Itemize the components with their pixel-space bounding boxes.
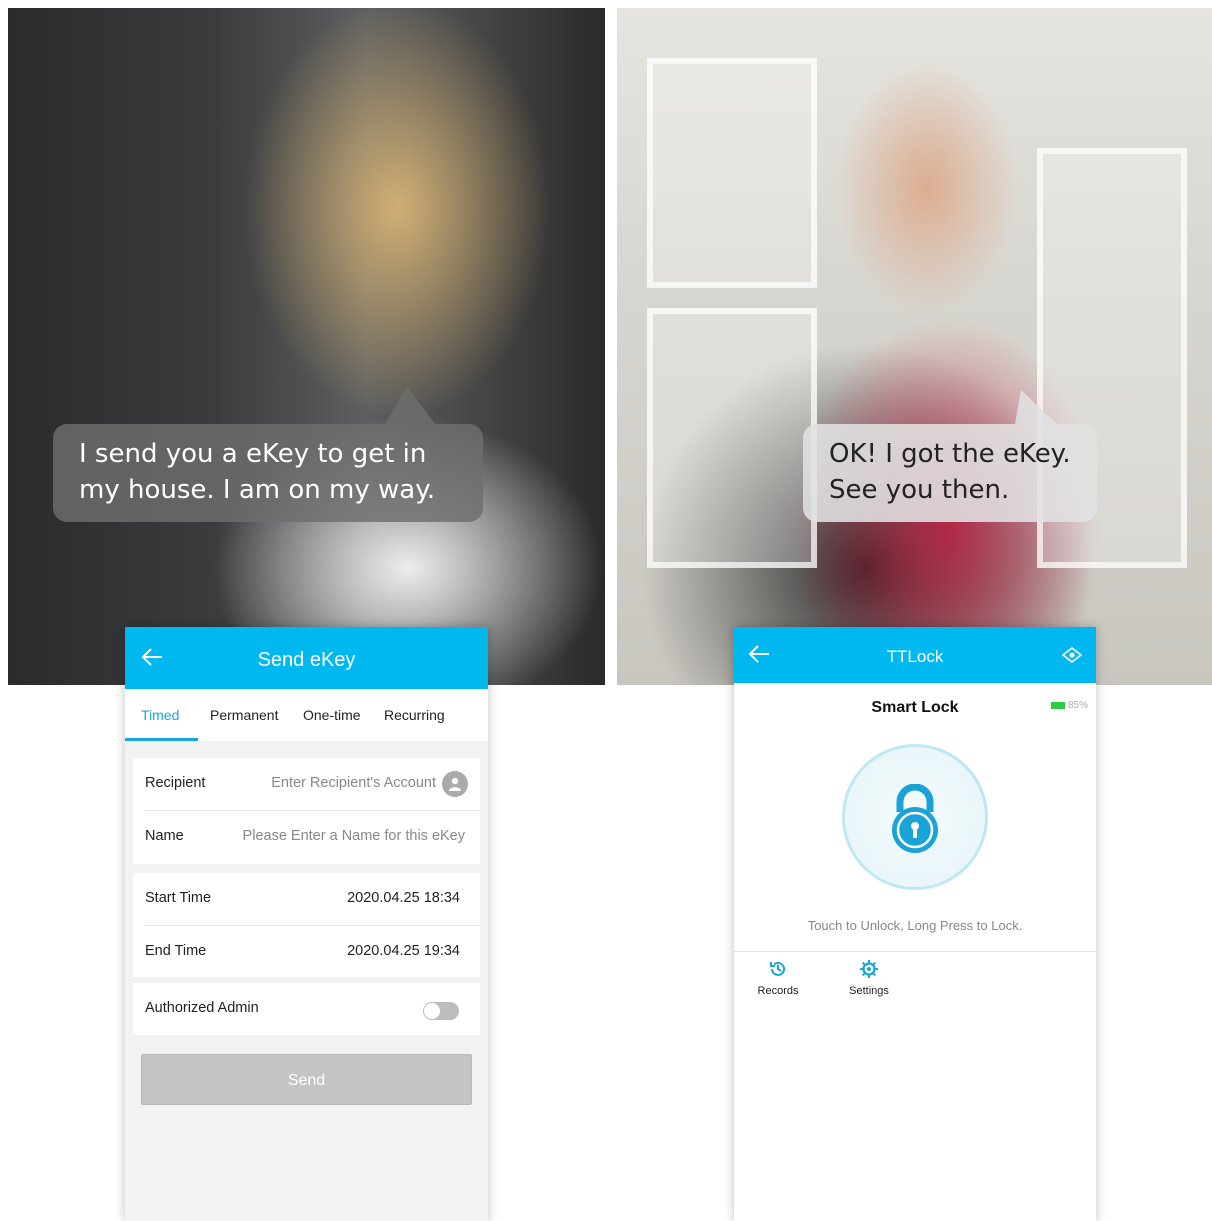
app-bar: Send eKey [125,627,488,689]
battery-level: 85% [1067,700,1088,711]
name-row[interactable]: Name Please Enter a Name for this eKey [133,811,480,863]
settings-label: Settings [849,985,889,997]
authorized-admin-label: Authorized Admin [145,1000,259,1016]
history-icon [770,961,785,976]
tab-timed[interactable]: Timed [141,707,179,723]
eye-icon[interactable] [1061,646,1083,664]
screen-title: TTLock [886,647,944,666]
contact-picker-icon[interactable] [442,771,468,797]
speech-bubble-left: I send you a eKey to get in my house. I … [53,386,483,522]
tab-bar: Timed Permanent One-time Recurring [125,689,488,741]
send-button[interactable]: Send [141,1054,472,1105]
toggle-knob [424,1003,440,1019]
settings-button[interactable]: Settings [834,959,904,997]
recipient-row[interactable]: Recipient Enter Recipient's Account [133,758,480,810]
woman-in-car-photo [8,8,605,685]
start-time-label: Start Time [145,890,212,906]
padlock-icon [892,784,938,853]
time-card: Start Time 2020.04.25 18:34 End Time 202… [133,873,480,977]
woman-at-door-photo [617,8,1212,685]
start-time-row[interactable]: Start Time 2020.04.25 18:34 [133,873,480,925]
name-label: Name [145,828,184,844]
unlock-button[interactable] [842,744,988,890]
battery-icon [1050,701,1065,709]
authorized-admin-row: Authorized Admin [133,983,480,1035]
start-time-value[interactable]: 2020.04.25 18:34 [347,890,460,906]
tab-recurring[interactable]: Recurring [384,707,445,723]
divider [734,951,1096,952]
recipient-card: Recipient Enter Recipient's Account Name… [133,758,480,864]
page: I send you a eKey to get in my house. I … [0,0,1212,1221]
send-ekey-screen: Send eKey Timed Permanent One-time Recur… [125,627,488,1221]
name-input[interactable]: Please Enter a Name for this eKey [243,828,465,844]
speech-bubble-right: OK! I got the eKey. See you then. [803,390,1097,522]
end-time-value[interactable]: 2020.04.25 19:34 [347,943,460,959]
unlock-hint: Touch to Unlock, Long Press to Lock. [807,918,1023,933]
records-button[interactable]: Records [743,959,813,997]
records-label: Records [757,985,799,997]
authorized-admin-toggle[interactable] [423,1002,459,1020]
gear-icon [860,960,878,978]
end-time-row[interactable]: End Time 2020.04.25 19:34 [133,926,480,978]
authorized-admin-card: Authorized Admin [133,983,480,1035]
app-bar: TTLock [734,627,1096,683]
battery-indicator: 85% [1050,700,1088,711]
tab-permanent[interactable]: Permanent [210,707,278,723]
recipient-label: Recipient [145,775,206,791]
screen-title: Send eKey [257,649,356,671]
tab-one-time[interactable]: One-time [303,707,361,723]
ttlock-screen: TTLock Smart Lock 85% Touch to Unlock, L… [734,627,1096,1221]
lock-name: Smart Lock [871,699,959,716]
active-tab-indicator [125,738,198,741]
recipient-input[interactable]: Enter Recipient's Account [271,775,436,791]
end-time-label: End Time [145,943,207,959]
